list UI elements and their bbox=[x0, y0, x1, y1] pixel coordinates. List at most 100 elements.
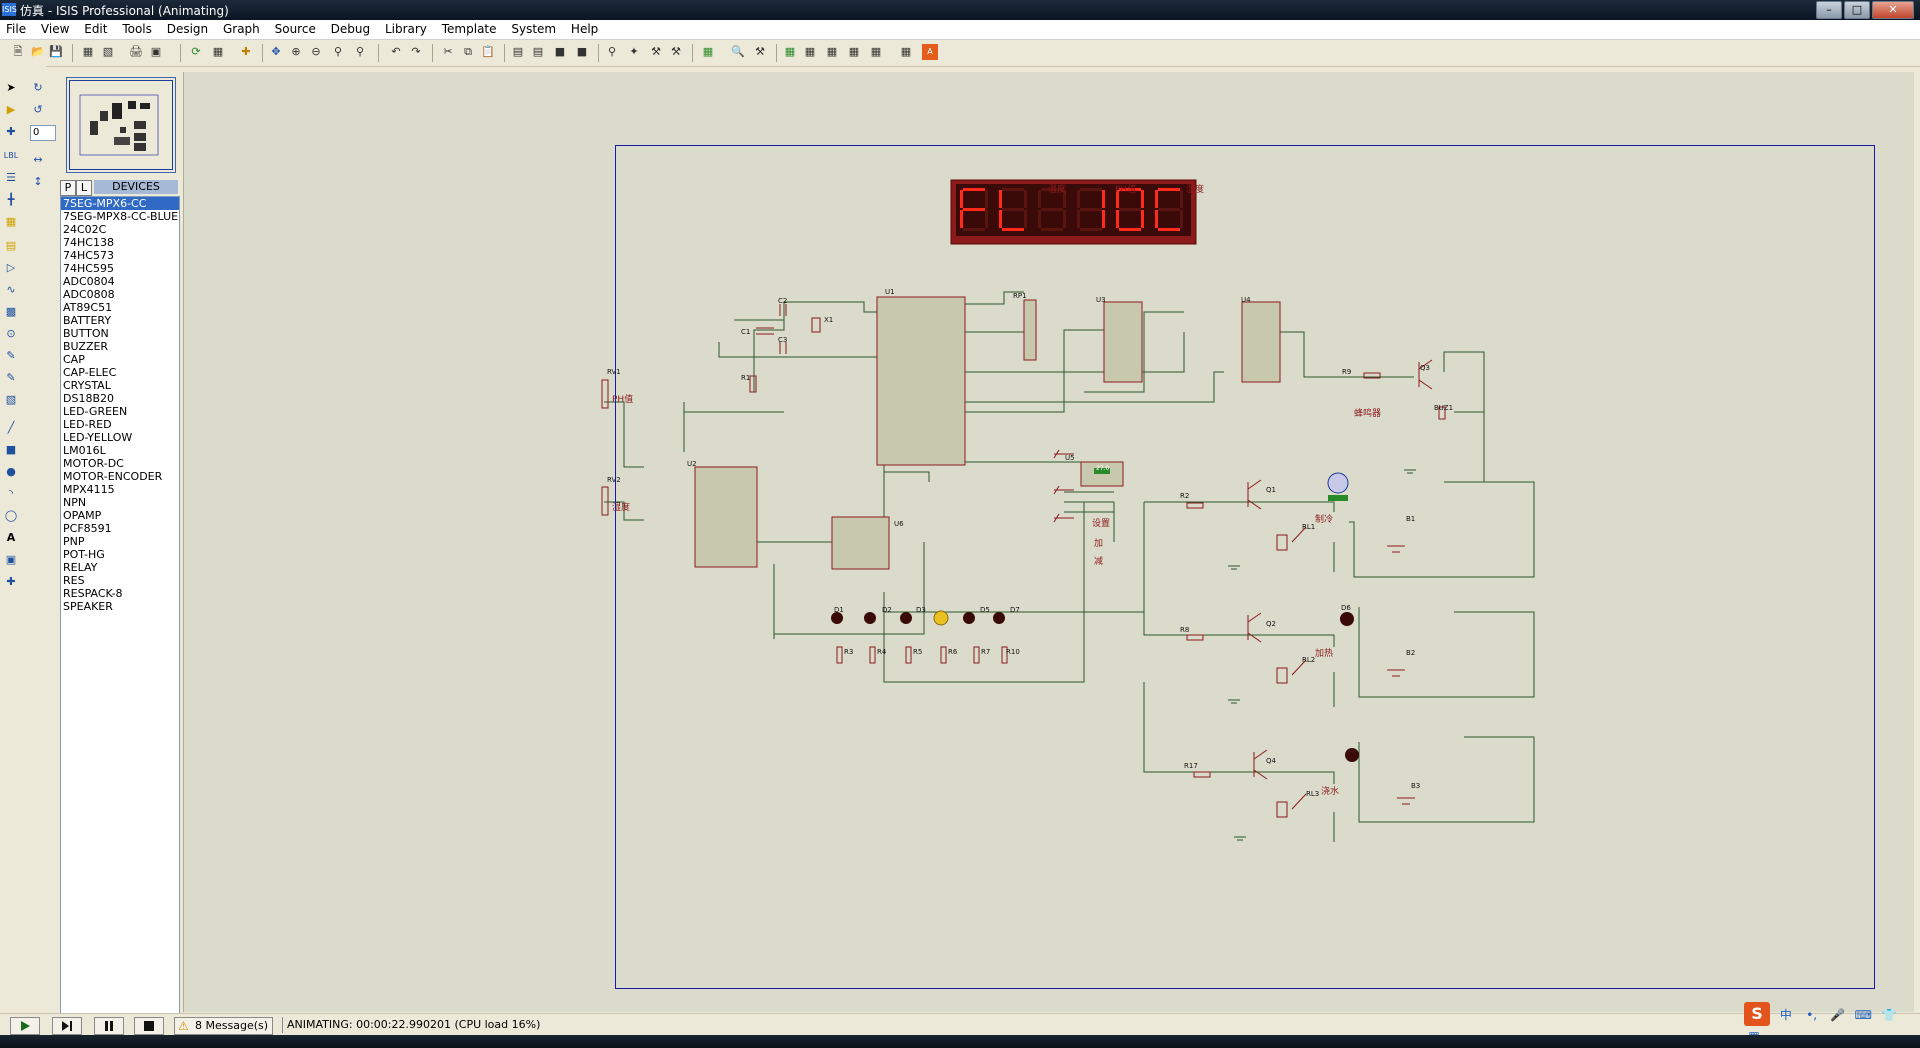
undo-icon[interactable]: ↶ bbox=[388, 44, 404, 60]
device-list-item[interactable]: RES bbox=[61, 574, 179, 587]
messages-indicator[interactable]: ⚠ 8 Message(s) bbox=[174, 1017, 274, 1035]
junction-mode-icon[interactable]: ✚ bbox=[3, 124, 19, 140]
device-list-item[interactable]: ADC0808 bbox=[61, 288, 179, 301]
zoom-out-icon[interactable]: ⊖ bbox=[308, 44, 324, 60]
block-move-icon[interactable]: ▤ bbox=[530, 44, 546, 60]
wire-label-mode-icon[interactable]: LBL bbox=[3, 148, 19, 164]
device-list-item[interactable]: LED-YELLOW bbox=[61, 431, 179, 444]
paste-icon[interactable]: 📋 bbox=[480, 44, 496, 60]
device-list-item[interactable]: PCF8591 bbox=[61, 522, 179, 535]
close-button[interactable]: ✕ bbox=[1872, 1, 1914, 19]
menu-help[interactable]: Help bbox=[565, 20, 603, 38]
device-list-item[interactable]: ADC0804 bbox=[61, 275, 179, 288]
rotate-clockwise-icon[interactable]: ↻ bbox=[30, 80, 46, 96]
menu-library[interactable]: Library bbox=[379, 20, 432, 38]
tape-recorder-mode-icon[interactable]: ▩ bbox=[3, 304, 19, 320]
device-list-item[interactable]: MOTOR-ENCODER bbox=[61, 470, 179, 483]
device-pins-mode-icon[interactable]: ▷ bbox=[3, 260, 19, 276]
step-button[interactable] bbox=[52, 1017, 82, 1035]
menu-graph[interactable]: Graph bbox=[217, 20, 265, 38]
device-list-item[interactable]: SPEAKER bbox=[61, 600, 179, 613]
box-tool-icon[interactable]: ■ bbox=[3, 442, 19, 458]
copy-icon[interactable]: ⧉ bbox=[460, 44, 476, 60]
line-tool-icon[interactable]: ╱ bbox=[3, 420, 19, 436]
menu-edit[interactable]: Edit bbox=[78, 20, 112, 38]
menu-view[interactable]: View bbox=[35, 20, 74, 38]
device-list-item[interactable]: CAP bbox=[61, 353, 179, 366]
component-mode-icon[interactable]: ▶ bbox=[3, 102, 19, 118]
area-icon[interactable]: ▣ bbox=[148, 44, 164, 60]
netlist-icon[interactable]: ▦ bbox=[898, 44, 914, 60]
device-list-item[interactable]: BUZZER bbox=[61, 340, 179, 353]
device-list-item[interactable]: AT89C51 bbox=[61, 301, 179, 314]
device-list-item[interactable]: MOTOR-DC bbox=[61, 457, 179, 470]
device-list-item[interactable]: MPX4115 bbox=[61, 483, 179, 496]
import-icon[interactable]: ▦ bbox=[80, 44, 96, 60]
bill-of-materials-icon[interactable]: ▦ bbox=[846, 44, 862, 60]
library-manager-button[interactable]: L bbox=[76, 180, 92, 196]
device-list-item[interactable]: OPAMP bbox=[61, 509, 179, 522]
menu-file[interactable]: File bbox=[0, 20, 31, 38]
text-tool-icon[interactable]: A bbox=[3, 530, 19, 546]
potentiometer-rv2[interactable] bbox=[601, 486, 609, 516]
device-list-item[interactable]: 74HC595 bbox=[61, 262, 179, 275]
menu-tools[interactable]: Tools bbox=[116, 20, 157, 38]
virtual-instruments-mode-icon[interactable]: ▧ bbox=[3, 392, 19, 408]
ime-chinese-icon[interactable]: 中 bbox=[1776, 1005, 1796, 1025]
pick-device-icon[interactable]: ⚲ bbox=[604, 44, 620, 60]
path-tool-icon[interactable]: ◯ bbox=[3, 508, 19, 524]
electrical-check-icon[interactable]: ▦ bbox=[868, 44, 884, 60]
save-icon[interactable]: 💾 bbox=[48, 44, 64, 60]
device-list-item[interactable]: RESPACK-8 bbox=[61, 587, 179, 600]
graph-mode-icon[interactable]: ∿ bbox=[3, 282, 19, 298]
device-list-item[interactable]: BUTTON bbox=[61, 327, 179, 340]
menu-system[interactable]: System bbox=[505, 20, 561, 38]
device-list-item[interactable]: CAP-ELEC bbox=[61, 366, 179, 379]
symbol-tool-icon[interactable]: ▣ bbox=[3, 552, 19, 568]
cut-icon[interactable]: ✂ bbox=[440, 44, 456, 60]
open-folder-icon[interactable]: 📂 bbox=[30, 44, 46, 60]
device-list-item[interactable]: 7SEG-MPX8-CC-BLUE bbox=[61, 210, 179, 223]
grid-icon[interactable]: ▦ bbox=[210, 44, 226, 60]
keyboard-icon[interactable]: ⌨ bbox=[1853, 1005, 1873, 1025]
device-list-item[interactable]: NPN bbox=[61, 496, 179, 509]
device-list-item[interactable]: 7SEG-MPX6-CC bbox=[61, 197, 179, 210]
circle-tool-icon[interactable]: ● bbox=[3, 464, 19, 480]
new-file-icon[interactable]: 🗎 bbox=[10, 44, 26, 60]
subcircuit-mode-icon[interactable]: ▦ bbox=[3, 214, 19, 230]
make-device-icon[interactable]: ✦ bbox=[626, 44, 642, 60]
generator-mode-icon[interactable]: ⊙ bbox=[3, 326, 19, 342]
block-copy-icon[interactable]: ▤ bbox=[510, 44, 526, 60]
device-list-item[interactable]: LED-GREEN bbox=[61, 405, 179, 418]
rotation-angle-input[interactable]: 0 bbox=[30, 125, 56, 141]
device-list-item[interactable]: RELAY bbox=[61, 561, 179, 574]
device-list-item[interactable]: 74HC573 bbox=[61, 249, 179, 262]
potentiometer-rv1[interactable] bbox=[601, 379, 609, 409]
block-rotate-icon[interactable]: ■ bbox=[552, 44, 568, 60]
refresh-icon[interactable]: ⟳ bbox=[188, 44, 204, 60]
skin-icon[interactable]: 👕 bbox=[1879, 1005, 1899, 1025]
zoom-all-icon[interactable]: ⚲ bbox=[330, 44, 346, 60]
maximize-button[interactable]: □ bbox=[1844, 1, 1870, 19]
terminals-mode-icon[interactable]: ▤ bbox=[3, 238, 19, 254]
editing-canvas[interactable]: 温度 PH值 湿度 U1 RP1 U3 U4 U2 U6 U5 27.0 C2 … bbox=[183, 72, 1914, 1012]
zoom-area-icon[interactable]: ⚲ bbox=[352, 44, 368, 60]
print-icon[interactable]: 🖨 bbox=[128, 44, 144, 60]
selection-mode-icon[interactable]: ➤ bbox=[3, 80, 19, 96]
pause-button[interactable] bbox=[94, 1017, 124, 1035]
rotate-anticlockwise-icon[interactable]: ↺ bbox=[30, 102, 46, 118]
device-list-item[interactable]: DS18B20 bbox=[61, 392, 179, 405]
exit-parent-icon[interactable]: ▦ bbox=[824, 44, 840, 60]
device-list-item[interactable]: 74HC138 bbox=[61, 236, 179, 249]
device-list-item[interactable]: BATTERY bbox=[61, 314, 179, 327]
marker-tool-icon[interactable]: ✚ bbox=[3, 574, 19, 590]
menu-template[interactable]: Template bbox=[436, 20, 502, 38]
property-tool-icon[interactable]: ⚒ bbox=[752, 44, 768, 60]
pan-icon[interactable]: ✥ bbox=[268, 44, 284, 60]
current-probe-mode-icon[interactable]: ✎ bbox=[3, 370, 19, 386]
packaging-icon[interactable]: ⚒ bbox=[648, 44, 664, 60]
menu-debug[interactable]: Debug bbox=[325, 20, 375, 38]
text-script-mode-icon[interactable]: ☰ bbox=[3, 170, 19, 186]
ime-punctuation-icon[interactable]: •, bbox=[1802, 1005, 1822, 1025]
zoom-in-icon[interactable]: ⊕ bbox=[288, 44, 304, 60]
